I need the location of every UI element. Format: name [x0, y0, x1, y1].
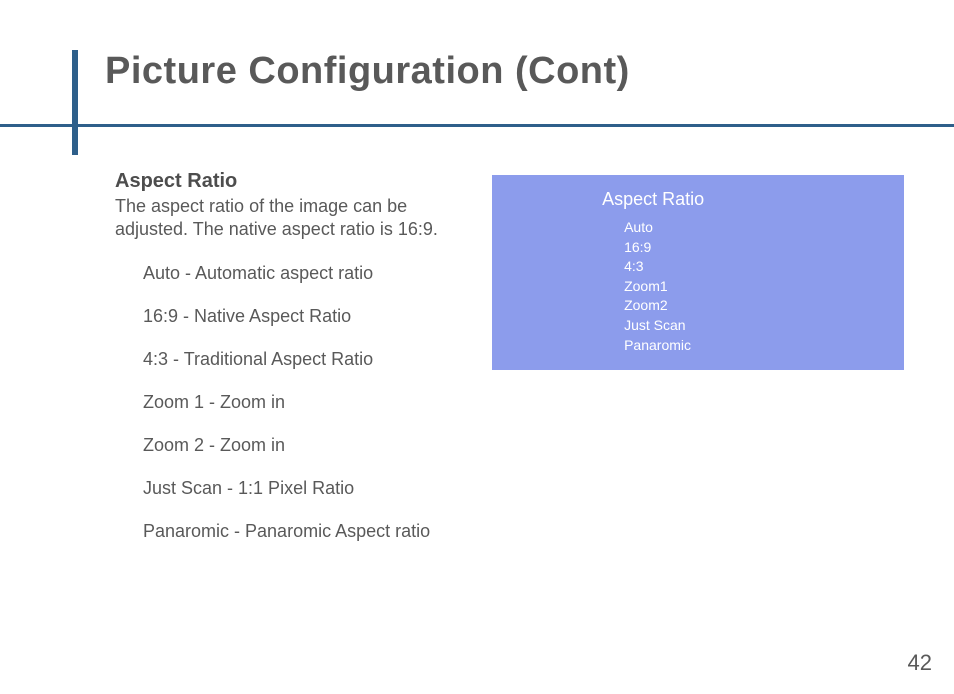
options-list: Auto - Automatic aspect ratio 16:9 - Nat… [115, 263, 462, 542]
option-item: Auto - Automatic aspect ratio [143, 263, 462, 284]
page-number: 42 [908, 650, 932, 676]
option-item: Just Scan - 1:1 Pixel Ratio [143, 478, 462, 499]
option-item: Zoom 1 - Zoom in [143, 392, 462, 413]
title-horizontal-rule [0, 124, 954, 127]
menu-option-just-scan: Just Scan [624, 316, 882, 336]
menu-option-4-3: 4:3 [624, 257, 882, 277]
menu-title: Aspect Ratio [514, 189, 882, 210]
menu-option-zoom2: Zoom2 [624, 296, 882, 316]
menu-option-auto: Auto [624, 218, 882, 238]
page-title: Picture Configuration (Cont) [0, 50, 954, 93]
text-column: Aspect Ratio The aspect ratio of the ima… [115, 170, 462, 564]
option-item: 16:9 - Native Aspect Ratio [143, 306, 462, 327]
option-item: 4:3 - Traditional Aspect Ratio [143, 349, 462, 370]
menu-options: Auto 16:9 4:3 Zoom1 Zoom2 Just Scan Pana… [514, 218, 882, 355]
section-heading: Aspect Ratio [115, 170, 462, 193]
option-item: Zoom 2 - Zoom in [143, 435, 462, 456]
option-item: Panaromic - Panaromic Aspect ratio [143, 521, 462, 542]
aspect-ratio-menu: Aspect Ratio Auto 16:9 4:3 Zoom1 Zoom2 J… [492, 175, 904, 370]
menu-option-zoom1: Zoom1 [624, 277, 882, 297]
section-description: The aspect ratio of the image can be adj… [115, 195, 462, 241]
title-area: Picture Configuration (Cont) [0, 0, 954, 93]
menu-option-16-9: 16:9 [624, 238, 882, 258]
content-area: Aspect Ratio The aspect ratio of the ima… [115, 170, 904, 564]
menu-option-panaromic: Panaromic [624, 336, 882, 356]
title-vertical-bar [72, 50, 78, 155]
